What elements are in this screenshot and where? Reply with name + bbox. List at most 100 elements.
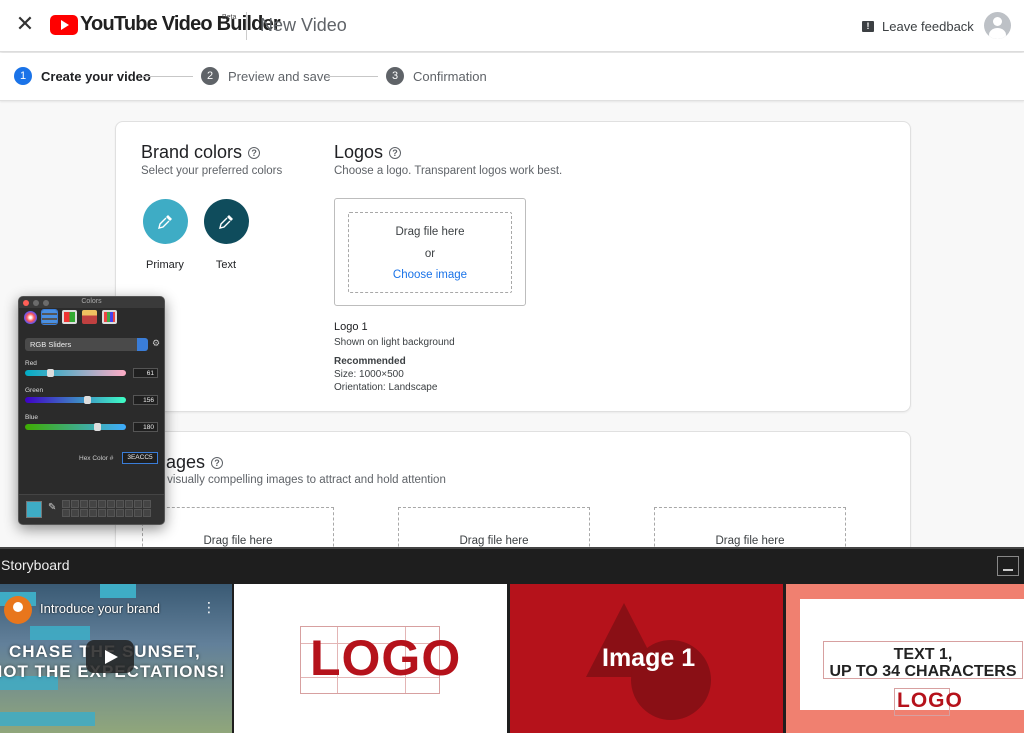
top-bar: ✕ YouTube Video Builder Beta New Video !…: [0, 0, 1024, 52]
scene-text-block: TEXT 1, UP TO 34 CHARACTERS: [823, 646, 1023, 680]
logo-requirements: Logo 1 Shown on light background Recomme…: [334, 321, 455, 394]
beta-badge: Beta: [222, 14, 237, 21]
account-avatar[interactable]: [984, 12, 1011, 39]
step-connector: [328, 76, 378, 77]
hex-input[interactable]: 3EACC5: [122, 452, 158, 464]
saved-color-cell[interactable]: [89, 500, 97, 508]
help-icon[interactable]: ?: [389, 146, 402, 159]
step-confirmation[interactable]: 3 Confirmation: [386, 67, 487, 85]
palettes-icon[interactable]: [62, 310, 77, 324]
blue-label: Blue: [25, 414, 39, 421]
saved-color-cell[interactable]: [107, 500, 115, 508]
logos-subtitle: Choose a logo. Transparent logos work be…: [334, 165, 563, 177]
saved-color-cell[interactable]: [116, 509, 124, 517]
step-preview-save[interactable]: 2 Preview and save: [201, 67, 331, 85]
color-picker-modes: [24, 309, 117, 326]
leave-feedback-button[interactable]: ! Leave feedback: [862, 16, 974, 36]
minimize-storyboard-button[interactable]: [997, 556, 1019, 576]
eyedropper-icon[interactable]: ✎: [48, 502, 56, 513]
logo-upload-dropzone[interactable]: Drag file here or Choose image: [334, 198, 526, 306]
play-button[interactable]: [86, 640, 134, 673]
gear-icon[interactable]: ⚙: [152, 339, 160, 349]
storyboard-scene-3[interactable]: Image 1: [510, 584, 783, 733]
eyedropper-icon: [219, 215, 233, 229]
text-color-label: Text: [215, 259, 237, 271]
recommended-label: Recommended: [334, 356, 406, 367]
logos-title: Logos: [334, 142, 384, 162]
blue-value[interactable]: 180: [133, 422, 158, 432]
blue-slider[interactable]: [25, 423, 126, 431]
storyboard-scene-4[interactable]: TEXT 1, UP TO 34 CHARACTERS LOGO: [786, 584, 1024, 733]
saved-color-cell[interactable]: [71, 500, 79, 508]
saved-color-cell[interactable]: [89, 509, 97, 517]
storyboard-scene-1[interactable]: Introduce your brand ⋮ CHASE THE SUNSET,…: [0, 584, 232, 733]
saved-color-cell[interactable]: [71, 509, 79, 517]
saved-color-cell[interactable]: [125, 509, 133, 517]
brand-colors-heading: Brand colors ?: [141, 142, 261, 163]
text-color-swatch[interactable]: [204, 199, 249, 244]
eyedropper-icon: [158, 215, 172, 229]
feedback-icon: !: [862, 20, 874, 32]
color-wheel-icon[interactable]: [24, 311, 37, 324]
red-slider[interactable]: [25, 369, 126, 377]
more-options-icon[interactable]: ⋮: [202, 600, 216, 616]
step-connector: [143, 76, 193, 77]
help-icon[interactable]: ?: [248, 146, 261, 159]
saved-color-cell[interactable]: [116, 500, 124, 508]
drop-hint: Drag file here: [715, 535, 785, 547]
logos-heading: Logos ?: [334, 142, 402, 163]
red-value[interactable]: 61: [133, 368, 158, 378]
saved-color-cell[interactable]: [125, 500, 133, 508]
saved-color-cell[interactable]: [143, 509, 151, 517]
saved-color-cell[interactable]: [134, 500, 142, 508]
saved-color-cell[interactable]: [80, 500, 88, 508]
slider-thumb[interactable]: [94, 423, 101, 431]
green-slider[interactable]: [25, 396, 126, 404]
green-label: Green: [25, 387, 44, 394]
brand-stripe: [100, 584, 136, 598]
saved-color-cell[interactable]: [62, 500, 70, 508]
color-picker-window: Colors RGB Sliders ⚙ Red 61 Green 156 Bl…: [18, 296, 165, 525]
youtube-logo-icon: [50, 15, 78, 35]
close-icon[interactable]: ✕: [14, 14, 36, 36]
image-palettes-icon[interactable]: [82, 310, 97, 324]
saved-color-swatches: [62, 500, 151, 517]
primary-color-swatch[interactable]: [143, 199, 188, 244]
green-value[interactable]: 156: [133, 395, 158, 405]
pencils-icon[interactable]: [102, 310, 117, 324]
color-picker-footer: ✎: [19, 494, 164, 524]
saved-color-cell[interactable]: [134, 509, 142, 517]
color-mode-select[interactable]: RGB Sliders: [25, 338, 148, 351]
scene-text-line-1: TEXT 1,: [893, 646, 953, 663]
brand-colors-title: Brand colors: [141, 142, 243, 162]
storyboard-title: Storyboard: [1, 557, 70, 573]
saved-color-cell[interactable]: [98, 500, 106, 508]
hex-label: Hex Color #: [79, 455, 114, 462]
step-create-video[interactable]: 1 Create your video: [14, 67, 151, 85]
saved-color-cell[interactable]: [107, 509, 115, 517]
images-title: ages: [166, 452, 206, 472]
dropzone-border: Drag file here or Choose image: [348, 212, 512, 293]
step-label: Confirmation: [413, 68, 487, 84]
storyboard-panel: Storyboard Introduce your brand ⋮ CHASE …: [0, 547, 1024, 733]
step-label: Create your video: [41, 68, 151, 84]
video-title: Introduce your brand: [40, 601, 160, 616]
help-icon[interactable]: ?: [211, 456, 224, 469]
slider-thumb[interactable]: [47, 369, 54, 377]
slider-thumb[interactable]: [84, 396, 91, 404]
saved-color-cell[interactable]: [98, 509, 106, 517]
brand-stripe: [0, 712, 95, 726]
primary-color-label: Primary: [146, 259, 184, 271]
current-color-well[interactable]: [26, 501, 42, 518]
recommended-size: Size: 1000×500: [334, 369, 404, 380]
saved-color-cell[interactable]: [80, 509, 88, 517]
choose-image-link[interactable]: Choose image: [393, 269, 467, 281]
channel-avatar: [4, 596, 32, 624]
logo-name: Logo 1: [334, 321, 368, 333]
saved-color-cell[interactable]: [143, 500, 151, 508]
drop-hint: Drag file here: [395, 226, 465, 238]
drop-hint: Drag file here: [459, 535, 529, 547]
saved-color-cell[interactable]: [62, 509, 70, 517]
storyboard-scene-2[interactable]: LOGO: [234, 584, 507, 733]
sliders-icon[interactable]: [41, 309, 58, 325]
